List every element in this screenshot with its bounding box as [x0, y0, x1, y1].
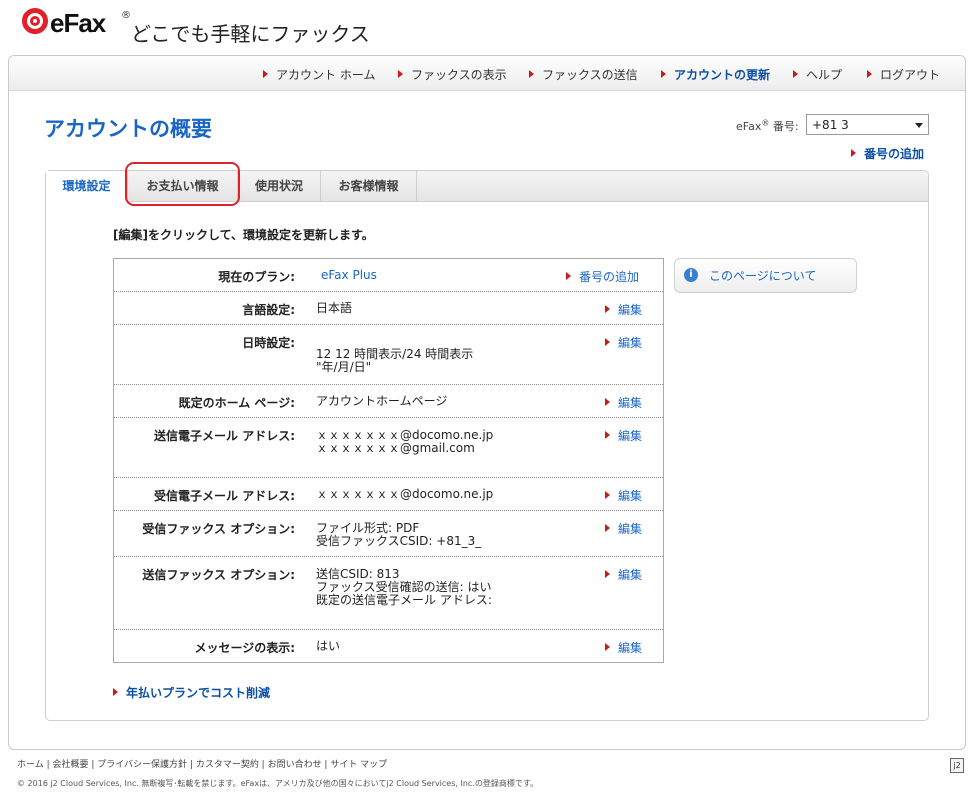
arrow-icon — [605, 570, 610, 578]
arrow-icon — [566, 272, 571, 280]
arrow-icon — [793, 70, 798, 78]
row-divider — [114, 384, 663, 385]
arrow-icon — [605, 398, 610, 406]
datetime-label: 日時設定: — [242, 336, 295, 350]
row-divider — [114, 510, 663, 511]
efax-logo-icon — [22, 8, 48, 34]
nav-label: ファックスの送信 — [542, 68, 638, 82]
row-divider — [114, 556, 663, 557]
arrow-icon — [661, 70, 666, 78]
language-label: 言語設定: — [242, 303, 295, 317]
recv-fax-csid: 受信ファックスCSID: +81_3_ — [316, 534, 482, 548]
tab-customer-info[interactable]: お客様情報 — [321, 171, 417, 201]
about-page-link[interactable]: このページについて — [709, 267, 816, 284]
edit-language-link[interactable]: 編集 — [605, 301, 642, 318]
arrow-icon — [605, 305, 610, 313]
tab-preferences[interactable]: 環境設定 — [46, 171, 128, 202]
arrow-icon — [851, 149, 856, 157]
edit-messages-link[interactable]: 編集 — [605, 639, 642, 656]
recv-email-label: 受信電子メール アドレス: — [154, 489, 295, 503]
edit-datetime-link[interactable]: 編集 — [605, 334, 642, 351]
send-email-label: 送信電子メール アドレス: — [154, 429, 295, 443]
nav-label: ログアウト — [880, 68, 941, 82]
edit-recv-fax-link[interactable]: 編集 — [605, 520, 642, 537]
footer-copyright: © 2016 j2 Cloud Services, Inc. 無断複写･転載を禁… — [17, 779, 539, 788]
add-number-link[interactable]: 番号の追加 — [851, 145, 924, 162]
nav-label: ヘルプ — [806, 68, 843, 82]
row-divider — [114, 291, 663, 292]
arrow-icon — [605, 524, 610, 532]
nav-label: アカウント ホーム — [276, 68, 376, 82]
nav-label: アカウントの更新 — [674, 68, 771, 82]
logo-registered-mark: ® — [121, 10, 131, 21]
homepage-value: アカウントホームページ — [316, 394, 448, 408]
arrow-icon — [605, 491, 610, 499]
messages-label: メッセージの表示: — [194, 641, 295, 655]
instruction-text: [編集]をクリックして、環境設定を更新します。 — [113, 228, 374, 242]
info-icon: i — [684, 268, 698, 282]
edit-recv-email-link[interactable]: 編集 — [605, 487, 642, 504]
arrow-icon — [605, 643, 610, 651]
edit-homepage-link[interactable]: 編集 — [605, 394, 642, 411]
arrow-icon — [263, 70, 268, 78]
nav-account-update[interactable]: アカウントの更新 — [661, 66, 770, 83]
arrow-icon — [605, 431, 610, 439]
arrow-icon — [113, 688, 118, 696]
nav-view-fax[interactable]: ファックスの表示 — [398, 66, 507, 83]
row-divider — [114, 629, 663, 630]
edit-send-email-link[interactable]: 編集 — [605, 427, 642, 444]
messages-value: はい — [316, 639, 341, 653]
footer-links[interactable]: ホーム | 会社概要 | プライバシー保護方針 | カスタマー契約 | お問い合… — [17, 757, 387, 770]
language-value: 日本語 — [316, 301, 353, 315]
nav-label: ファックスの表示 — [411, 68, 507, 82]
date-format: "年/月/日" — [316, 360, 372, 374]
nav-logout[interactable]: ログアウト — [867, 66, 940, 83]
plan-value: eFax Plus — [321, 268, 377, 282]
row-divider — [114, 417, 663, 418]
page-icon[interactable]: j2 — [950, 758, 964, 773]
billing-tab-highlight — [125, 162, 240, 206]
send-email-2: ｘｘｘｘｘｘｘ@gmail.com — [316, 441, 475, 455]
row-divider — [114, 477, 663, 478]
nav-send-fax[interactable]: ファックスの送信 — [529, 66, 638, 83]
arrow-icon — [398, 70, 403, 78]
nav-help[interactable]: ヘルプ — [793, 66, 842, 83]
edit-send-fax-link[interactable]: 編集 — [605, 566, 642, 583]
arrow-icon — [605, 338, 610, 346]
efax-number-select[interactable]: +81 3 — [806, 114, 929, 135]
recv-email-value: ｘｘｘｘｘｘｘ@docomo.ne.jp — [316, 487, 494, 501]
send-fax-label: 送信ファックス オプション: — [142, 568, 295, 582]
nav-account-home[interactable]: アカウント ホーム — [263, 66, 375, 83]
plan-label: 現在のプラン: — [218, 270, 295, 284]
efax-number-label: eFax® 番号: — [736, 118, 799, 133]
annual-plan-link[interactable]: 年払いプランでコスト削減 — [113, 684, 270, 701]
recv-fax-label: 受信ファックス オプション: — [142, 522, 295, 536]
arrow-icon — [867, 70, 872, 78]
homepage-label: 既定のホーム ページ: — [178, 396, 295, 410]
chevron-down-icon — [915, 123, 923, 128]
efax-number-value: +81 3 — [812, 118, 849, 132]
tab-usage[interactable]: 使用状況 — [238, 171, 321, 201]
arrow-icon — [529, 70, 534, 78]
page-title: アカウントの概要 — [44, 117, 212, 141]
row-divider — [114, 324, 663, 325]
add-number-row-link[interactable]: 番号の追加 — [566, 268, 639, 285]
logo-text: eFax — [50, 8, 106, 38]
send-fax-default-email: 既定の送信電子メール アドレス: — [316, 593, 492, 607]
tagline: どこでも手軽にファックス — [131, 22, 370, 46]
